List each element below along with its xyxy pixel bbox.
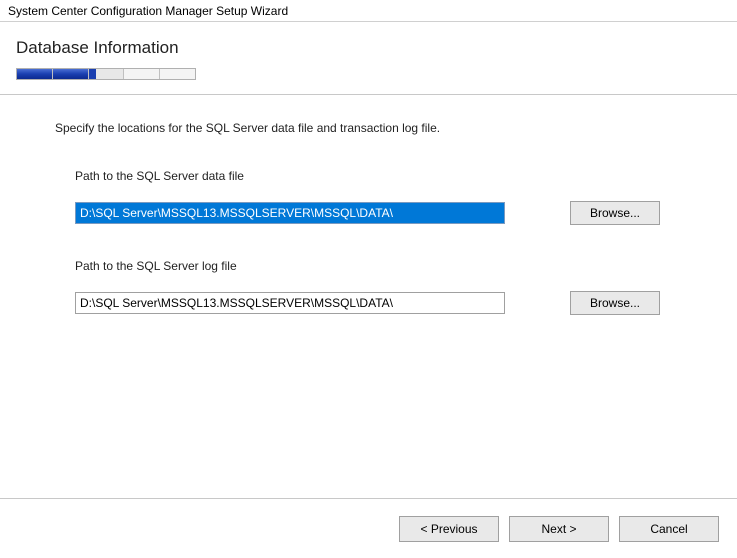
progress-seg xyxy=(124,69,160,79)
progress-seg xyxy=(89,69,125,79)
data-file-input[interactable] xyxy=(75,202,505,224)
log-file-browse-button[interactable]: Browse... xyxy=(570,291,660,315)
instruction-text: Specify the locations for the SQL Server… xyxy=(55,121,697,135)
wizard-content: Specify the locations for the SQL Server… xyxy=(0,95,737,315)
data-file-label: Path to the SQL Server data file xyxy=(75,169,697,183)
progress-seg xyxy=(17,69,53,79)
page-title: Database Information xyxy=(16,38,721,58)
next-button[interactable]: Next > xyxy=(509,516,609,542)
wizard-header: Database Information xyxy=(0,22,737,90)
data-file-browse-button[interactable]: Browse... xyxy=(570,201,660,225)
previous-button[interactable]: < Previous xyxy=(399,516,499,542)
wizard-footer: < Previous Next > Cancel xyxy=(0,498,737,558)
progress-seg xyxy=(160,69,195,79)
progress-seg xyxy=(53,69,89,79)
window-titlebar: System Center Configuration Manager Setu… xyxy=(0,0,737,22)
log-file-row: Browse... xyxy=(75,291,697,315)
log-file-block: Path to the SQL Server log file Browse..… xyxy=(75,259,697,315)
data-file-row: Browse... xyxy=(75,201,697,225)
log-file-label: Path to the SQL Server log file xyxy=(75,259,697,273)
window-title: System Center Configuration Manager Setu… xyxy=(8,4,288,18)
data-file-block: Path to the SQL Server data file Browse.… xyxy=(75,169,697,225)
progress-bar xyxy=(16,68,196,80)
cancel-button[interactable]: Cancel xyxy=(619,516,719,542)
log-file-input[interactable] xyxy=(75,292,505,314)
